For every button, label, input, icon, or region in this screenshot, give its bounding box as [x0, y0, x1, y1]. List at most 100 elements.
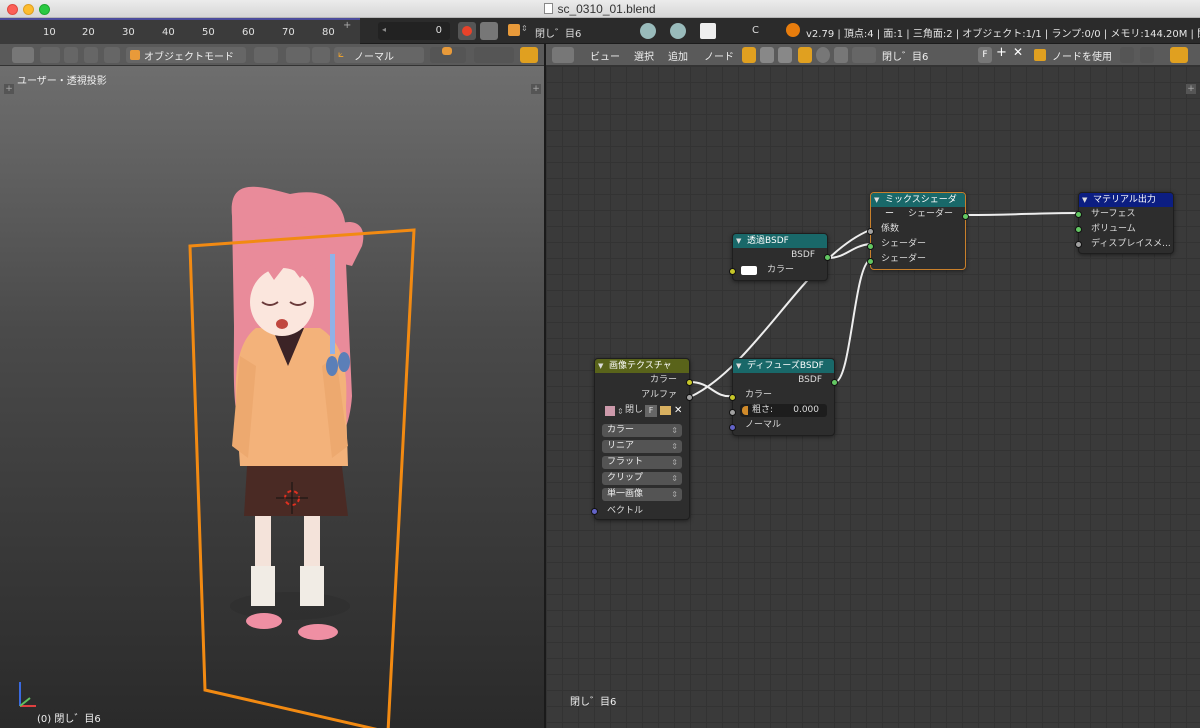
view-menu-icon[interactable]: [40, 47, 60, 63]
input-socket[interactable]: [729, 424, 736, 431]
timeline-add-icon[interactable]: +: [343, 20, 351, 31]
editor-type-button[interactable]: [552, 47, 574, 63]
3d-viewport[interactable]: ユーザー・透視投影 + + (0) 閉し゛目6: [0, 66, 544, 728]
link-mix-to-surface[interactable]: [965, 212, 1079, 216]
texture-type-button[interactable]: [760, 47, 774, 63]
input-socket[interactable]: [867, 258, 874, 265]
menu-select[interactable]: 選択: [634, 48, 654, 63]
info-icon-2[interactable]: [670, 23, 686, 39]
color-swatch[interactable]: [741, 266, 757, 275]
image-fake-user-button[interactable]: F: [645, 405, 657, 417]
lock-layers-button[interactable]: [520, 47, 538, 63]
compositing-type-button[interactable]: [778, 47, 792, 63]
file-icon[interactable]: [700, 23, 716, 39]
current-frame-field[interactable]: ◂ 0: [378, 22, 450, 40]
menu-node[interactable]: ノード: [704, 48, 734, 63]
output-socket[interactable]: [962, 213, 969, 220]
input-socket[interactable]: [729, 268, 736, 275]
world-shader-button[interactable]: [816, 47, 830, 63]
input-socket[interactable]: [1075, 226, 1082, 233]
output-socket[interactable]: [686, 379, 693, 386]
input-socket[interactable]: [867, 228, 874, 235]
editor-type-button[interactable]: [12, 47, 34, 63]
mode-selector-label: オブジェクトモード: [144, 52, 234, 63]
node-diffuse-bsdf[interactable]: ディフューズBSDF BSDF カラー 粗さ: 0.000 ノーマル: [729, 358, 838, 436]
image-icon[interactable]: [605, 406, 615, 416]
output-socket[interactable]: [686, 394, 693, 401]
open-image-icon[interactable]: [660, 406, 671, 415]
color-space-dropdown[interactable]: カラー: [602, 424, 682, 437]
layer-buttons-2[interactable]: [474, 47, 514, 63]
projection-dropdown[interactable]: フラット: [602, 456, 682, 469]
pivot-point-button[interactable]: [286, 47, 310, 63]
output-shader: シェーダー: [907, 209, 953, 219]
scene-selector-arrows-icon[interactable]: ⇕: [521, 24, 528, 33]
node-header[interactable]: 透過BSDF: [733, 234, 827, 248]
node-editor-canvas[interactable]: + 透過BSDF BSDF カラー ミックスシェーダー シェーダー 係数 シェー…: [546, 66, 1200, 728]
timeline-range-marker: [0, 18, 360, 20]
interpolation-dropdown[interactable]: リニア: [602, 440, 682, 453]
mode-selector[interactable]: オブジェクトモード: [126, 47, 246, 63]
link-transparent-to-mix[interactable]: [827, 243, 871, 259]
link-diffuse-to-mix[interactable]: [834, 259, 871, 383]
input-socket[interactable]: [729, 394, 736, 401]
material-name-field[interactable]: 閉し゛目6: [882, 48, 928, 63]
window-title-bar: sc_0310_01.blend: [0, 0, 1200, 18]
timeline-tick-label: 80: [322, 27, 335, 38]
manipulator-toggle[interactable]: [312, 47, 330, 63]
input-socket[interactable]: [1075, 211, 1082, 218]
go-parent-icon[interactable]: [1140, 47, 1154, 63]
scene-name-field[interactable]: 閉し゛目6: [535, 25, 581, 40]
info-icon[interactable]: [640, 23, 656, 39]
input-socket[interactable]: [729, 409, 736, 416]
node-header[interactable]: ディフューズBSDF: [733, 359, 834, 373]
node-header[interactable]: 画像テクスチャ: [595, 359, 689, 373]
output-alpha: アルファ: [641, 390, 677, 400]
record-icon: [462, 26, 472, 36]
roughness-label: 粗さ:: [752, 405, 774, 415]
source-dropdown[interactable]: 単一画像: [602, 488, 682, 501]
render-engine-selector[interactable]: C: [752, 25, 759, 36]
object-menu-icon[interactable]: [104, 47, 120, 63]
select-menu-icon[interactable]: [64, 47, 78, 63]
unlink-image-icon[interactable]: ✕: [674, 403, 682, 418]
fake-user-button[interactable]: F: [978, 47, 992, 63]
input-socket[interactable]: [1075, 241, 1082, 248]
menu-add[interactable]: 追加: [668, 48, 688, 63]
node-header[interactable]: マテリアル出力: [1079, 193, 1173, 207]
linestyle-button[interactable]: [834, 47, 848, 63]
unlink-material-icon[interactable]: ✕: [1013, 45, 1023, 59]
snap-button[interactable]: [1170, 47, 1188, 63]
pin-icon[interactable]: [1120, 47, 1134, 63]
roughness-slider[interactable]: 粗さ: 0.000: [740, 404, 827, 417]
menu-view[interactable]: ビュー: [590, 48, 620, 63]
transform-orientation-selector[interactable]: ⟀ ノーマル: [334, 47, 424, 63]
material-browse-button[interactable]: [852, 47, 876, 63]
image-name-field[interactable]: 閉し: [625, 403, 643, 418]
keying-set-button[interactable]: [480, 22, 498, 40]
extension-dropdown[interactable]: クリップ: [602, 472, 682, 485]
use-nodes-checkbox[interactable]: [1034, 49, 1046, 61]
node-header[interactable]: ミックスシェーダー: [871, 193, 965, 219]
input-displacement: ディスプレイスメ...: [1091, 239, 1171, 249]
node-material-output[interactable]: マテリアル出力 サーフェス ボリューム ディスプレイスメ...: [1075, 192, 1174, 254]
node-image-texture[interactable]: 画像テクスチャ カラー アルファ ⇕ 閉し F ✕ カラー リニア フラット ク…: [591, 358, 693, 520]
input-socket[interactable]: [591, 508, 598, 515]
frame-decrement-icon[interactable]: ◂: [382, 25, 386, 34]
shader-type-button[interactable]: [742, 47, 756, 63]
node-mix-shader[interactable]: ミックスシェーダー シェーダー 係数 シェーダー シェーダー: [867, 192, 969, 270]
add-menu-icon[interactable]: [84, 47, 98, 63]
object-shader-button[interactable]: [798, 47, 812, 63]
image-browse-arrows-icon[interactable]: ⇕: [617, 404, 624, 419]
window-title: sc_0310_01.blend: [0, 2, 1200, 16]
auto-keying-button[interactable]: [458, 22, 476, 40]
node-transparent-bsdf[interactable]: 透過BSDF BSDF カラー: [729, 233, 831, 281]
viewport-shading-button[interactable]: [254, 47, 278, 63]
timeline-ruler[interactable]: 10 20 30 40 50 60 70 80 +: [0, 18, 360, 44]
window-title-text: sc_0310_01.blend: [557, 2, 656, 16]
new-material-icon[interactable]: +: [996, 45, 1007, 60]
output-socket[interactable]: [831, 379, 838, 386]
output-socket[interactable]: [824, 254, 831, 261]
input-socket[interactable]: [867, 243, 874, 250]
timeline-tick-label: 60: [242, 27, 255, 38]
